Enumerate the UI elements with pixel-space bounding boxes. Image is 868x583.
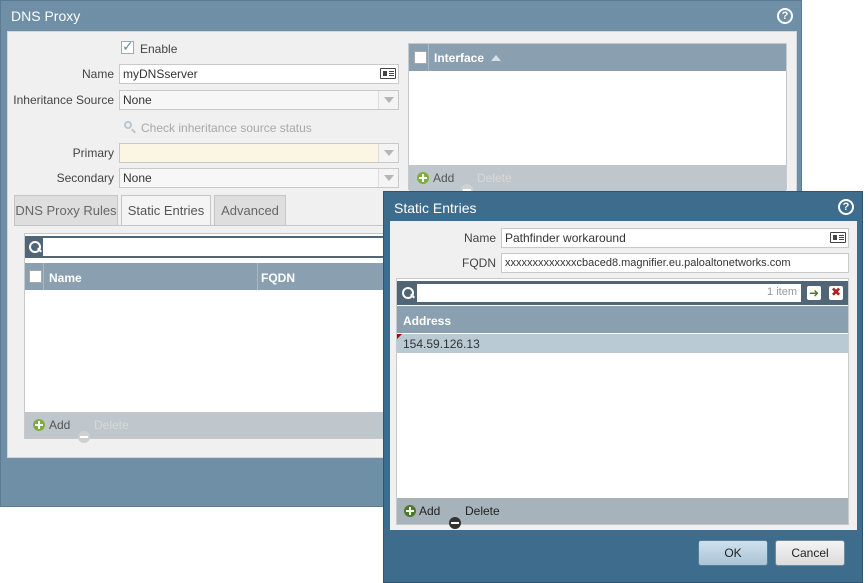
entry-name-input[interactable]: Pathfinder workaround (501, 228, 849, 248)
interface-add-button[interactable]: Add (433, 171, 454, 185)
address-add-button[interactable]: Add (419, 504, 440, 518)
search-bar (25, 236, 397, 258)
dialog-title: Static Entries (394, 200, 477, 216)
fqdn-value: xxxxxxxxxxxxxcbaced8.magnifier.eu.paloal… (505, 257, 791, 269)
entries-grid-footer: Add Delete (25, 412, 397, 443)
primary-label: Primary (72, 146, 114, 160)
fqdn-column-header[interactable]: FQDN (261, 271, 295, 285)
add-icon (33, 419, 45, 431)
delete-icon (78, 431, 90, 443)
static-entries-body: Name Pathfinder workaround FQDN xxxxxxxx… (390, 221, 857, 530)
primary-select[interactable] (119, 143, 399, 163)
entries-delete-button[interactable]: Delete (94, 418, 129, 432)
fqdn-input[interactable]: xxxxxxxxxxxxxcbaced8.magnifier.eu.paloal… (501, 253, 849, 273)
ok-button[interactable]: OK (698, 540, 768, 566)
enable-checkbox[interactable] (121, 38, 134, 55)
go-arrow-icon[interactable]: ➜ (807, 286, 821, 300)
inheritance-source-value: None (123, 93, 152, 107)
interface-grid: Interface Add Delete (408, 43, 787, 196)
search-input[interactable] (43, 238, 397, 256)
name-column-header[interactable]: Name (49, 271, 82, 285)
static-entries-grid: Name FQDN Add Delete (24, 233, 398, 443)
name-label: Name (463, 231, 496, 245)
entries-grid-header: Name FQDN (25, 263, 397, 290)
address-grid-header: Address (397, 306, 848, 333)
tab-advanced[interactable]: Advanced (214, 195, 286, 225)
select-all-checkbox[interactable] (414, 51, 427, 64)
table-row[interactable]: 154.59.126.13 (397, 334, 848, 353)
magnifier-icon (123, 120, 137, 134)
chevron-down-icon (378, 91, 398, 109)
address-grid: 1 item ➜ ✖ Address 154.59.126.13 Add Del… (396, 278, 849, 529)
secondary-label: Secondary (56, 171, 114, 185)
name-value: myDNSserver (123, 67, 198, 81)
delete-icon (449, 517, 461, 529)
add-icon (404, 505, 416, 517)
modified-marker-icon (397, 334, 402, 339)
entry-name-value: Pathfinder workaround (505, 231, 626, 245)
enable-label: Enable (140, 42, 178, 56)
address-column-header[interactable]: Address (403, 314, 451, 328)
cancel-button[interactable]: Cancel (775, 540, 845, 566)
interface-grid-footer: Add Delete (409, 165, 786, 196)
chevron-down-icon (378, 144, 398, 162)
sort-asc-icon (491, 55, 502, 61)
clear-filter-icon[interactable]: ✖ (829, 286, 843, 300)
address-cell: 154.59.126.13 (403, 337, 480, 351)
interface-grid-header: Interface (409, 44, 786, 71)
search-input[interactable]: 1 item (417, 284, 801, 302)
chevron-down-icon (378, 169, 398, 187)
entries-add-button[interactable]: Add (49, 418, 70, 432)
name-label: Name (81, 67, 114, 81)
check-inheritance-link[interactable]: Check inheritance source status (141, 121, 312, 135)
help-icon[interactable]: ? (777, 8, 793, 24)
dialog-title: DNS Proxy (11, 8, 81, 24)
search-icon (401, 286, 415, 300)
tab-static-entries[interactable]: Static Entries (121, 195, 211, 225)
add-icon (417, 172, 429, 184)
help-icon[interactable]: ? (838, 199, 854, 215)
tab-dns-proxy-rules[interactable]: DNS Proxy Rules (14, 195, 118, 225)
interface-column-header[interactable]: Interface (434, 51, 502, 65)
interface-delete-button[interactable]: Delete (477, 171, 512, 185)
inheritance-source-select[interactable]: None (119, 90, 399, 110)
address-delete-button[interactable]: Delete (465, 504, 500, 518)
static-entries-dialog: Static Entries ? Name Pathfinder workaro… (383, 191, 863, 583)
address-grid-footer: Add Delete (397, 498, 848, 529)
inheritance-source-label: Inheritance Source (13, 93, 114, 107)
select-all-checkbox[interactable] (29, 270, 42, 283)
address-card-icon (830, 232, 846, 243)
address-card-icon (380, 68, 396, 79)
name-input[interactable]: myDNSserver (119, 64, 399, 84)
fqdn-label: FQDN (462, 256, 496, 270)
secondary-value: None (123, 171, 152, 185)
search-icon (28, 240, 42, 254)
search-bar: 1 item ➜ ✖ (397, 281, 848, 305)
item-count: 1 item (767, 286, 797, 298)
secondary-select[interactable]: None (119, 168, 399, 188)
